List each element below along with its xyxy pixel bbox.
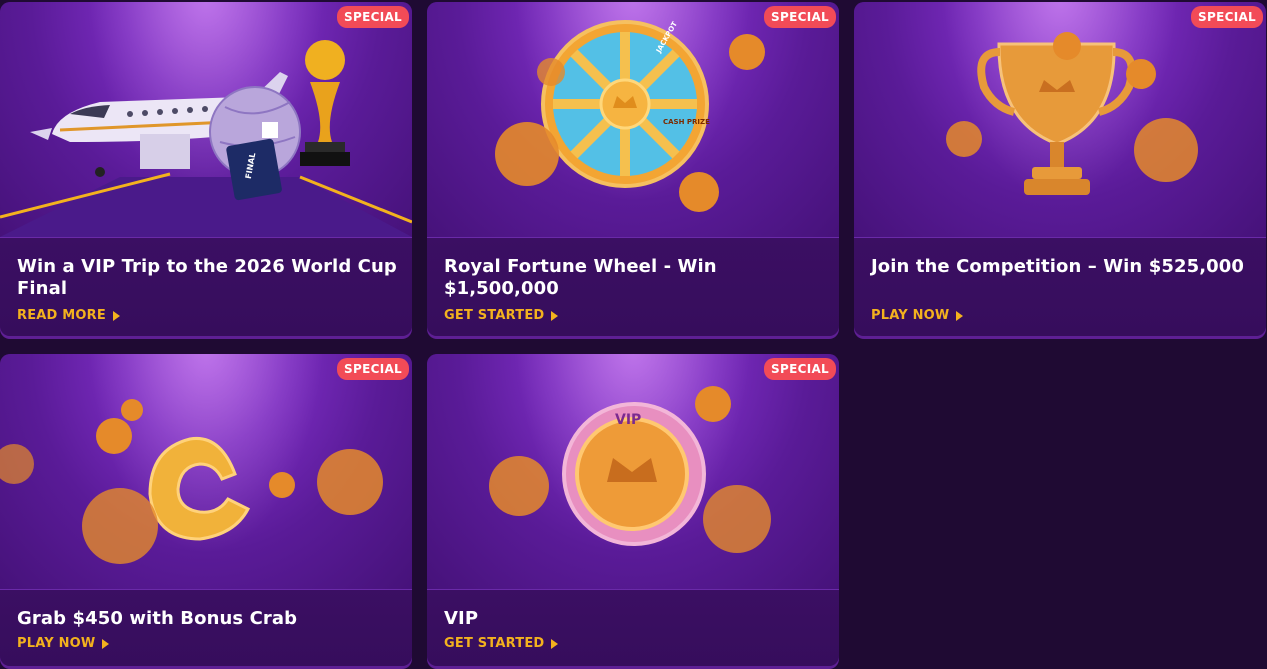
play-now-link[interactable]: PLAY NOW (871, 308, 964, 323)
promo-card-image: FINAL SPECIAL (0, 2, 412, 237)
vip-coin-icon: VIP (562, 402, 706, 546)
svg-text:CASH PRIZE: CASH PRIZE (663, 118, 710, 126)
promo-card-world-cup[interactable]: FINAL SPECIAL Win a VIP Trip to the 2026… (0, 2, 412, 336)
play-arrow-icon (551, 310, 559, 321)
play-arrow-icon (551, 638, 559, 649)
trophy-icon (977, 42, 1136, 195)
fortune-wheel-icon: CASH PRIZE JACKPOT (541, 20, 710, 188)
cta-label: GET STARTED (444, 308, 545, 323)
promo-card-image: SPECIAL (0, 354, 412, 589)
promo-card-bonus-crab[interactable]: SPECIAL Grab $450 with Bonus Crab PLAY N… (0, 354, 412, 666)
promo-title: VIP (444, 608, 479, 629)
bonus-crab-illustration (0, 399, 383, 564)
play-arrow-icon (102, 638, 110, 649)
promo-title: Grab $450 with Bonus Crab (17, 608, 298, 629)
promo-card-fortune-wheel[interactable]: CASH PRIZE JACKPOT SPECIAL Royal Fortune… (427, 2, 839, 336)
promo-card-competition[interactable]: SPECIAL Join the Competition – Win $525,… (854, 2, 1266, 336)
play-arrow-icon (956, 310, 964, 321)
fortune-wheel-illustration: CASH PRIZE JACKPOT (495, 20, 765, 212)
special-badge: SPECIAL (337, 358, 409, 380)
play-now-link[interactable]: PLAY NOW (17, 636, 110, 651)
svg-text:VIP: VIP (615, 412, 641, 428)
trophy-icon (300, 40, 350, 166)
get-started-link[interactable]: GET STARTED (444, 636, 559, 651)
jet-trophy-illustration: FINAL (0, 40, 412, 237)
cta-label: GET STARTED (444, 636, 545, 651)
promo-card-image: VIP SPECIAL (427, 354, 839, 589)
special-badge: SPECIAL (764, 6, 836, 28)
special-badge: SPECIAL (1191, 6, 1263, 28)
promotions-grid: FINAL SPECIAL Win a VIP Trip to the 2026… (0, 0, 1267, 669)
special-badge: SPECIAL (764, 358, 836, 380)
promo-card-image: SPECIAL (854, 2, 1266, 237)
promo-title: Royal Fortune Wheel - Win $1,500,000 (444, 256, 717, 299)
gold-trophy-illustration (946, 32, 1198, 195)
promo-title: Win a VIP Trip to the 2026 World Cup Fin… (17, 256, 397, 299)
special-badge: SPECIAL (337, 6, 409, 28)
cta-label: PLAY NOW (17, 636, 96, 651)
vip-coin-illustration: VIP (489, 386, 771, 553)
cta-label: READ MORE (17, 308, 106, 323)
promo-card-image: CASH PRIZE JACKPOT SPECIAL (427, 2, 839, 237)
crab-logo-icon (148, 436, 251, 541)
play-arrow-icon (112, 310, 120, 321)
promo-card-vip[interactable]: VIP SPECIAL VIP GET STARTED (427, 354, 839, 666)
promo-title: Join the Competition – Win $525,000 (871, 256, 1245, 277)
cta-label: PLAY NOW (871, 308, 950, 323)
read-more-link[interactable]: READ MORE (17, 308, 120, 323)
get-started-link[interactable]: GET STARTED (444, 308, 559, 323)
